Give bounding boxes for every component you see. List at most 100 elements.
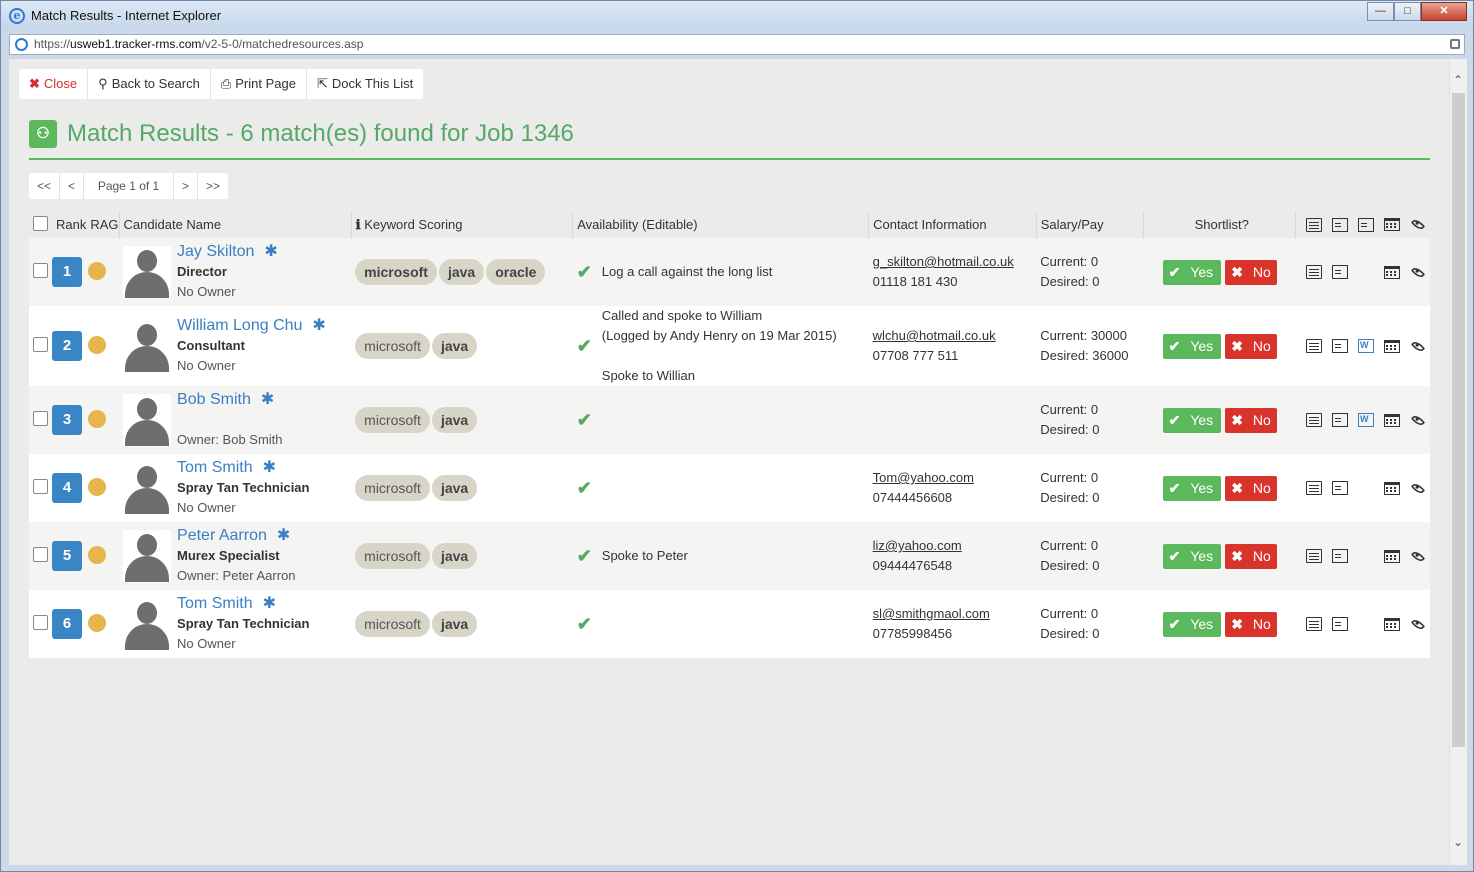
view-record-icon[interactable] (1305, 339, 1322, 353)
close-button[interactable]: ✖ Close (19, 69, 89, 99)
shortlist-yes-button[interactable]: ✔ Yes (1162, 407, 1222, 433)
shortlist-yes-button[interactable]: ✔ Yes (1162, 543, 1222, 569)
schedule-calendar-icon[interactable] (1383, 549, 1400, 563)
availability-cell[interactable]: ✔ Spoke to Peter (577, 546, 865, 567)
prev-page-button[interactable]: < (60, 173, 85, 199)
row-checkbox[interactable] (33, 615, 48, 630)
availability-cell[interactable]: ✔ (577, 410, 865, 431)
row-checkbox[interactable] (33, 547, 48, 562)
email-link[interactable]: Tom@yahoo.com (873, 470, 974, 485)
maximize-button[interactable]: □ (1394, 2, 1421, 21)
col-shortlist[interactable]: Shortlist? (1143, 211, 1297, 238)
schedule-calendar-icon[interactable] (1383, 617, 1400, 631)
availability-cell[interactable]: ✔ (577, 614, 865, 635)
view-document-icon[interactable] (1331, 339, 1348, 353)
asterisk-icon[interactable]: ✱ (277, 527, 290, 544)
col-candidate-name[interactable]: Candidate Name (119, 211, 352, 238)
first-page-button[interactable]: << (29, 173, 61, 199)
view-record-icon[interactable] (1305, 549, 1322, 563)
select-all-checkbox[interactable] (33, 215, 48, 231)
shortlist-no-button[interactable]: ✖ No (1225, 543, 1277, 569)
candidate-name-link[interactable]: Jay Skilton (177, 243, 254, 260)
dock-list-button[interactable]: ⇱ Dock This List (307, 69, 423, 99)
preview-eye-icon[interactable] (1410, 548, 1426, 564)
view-document-icon[interactable] (1331, 617, 1348, 631)
availability-cell[interactable]: ✔ Log a call against the long list (577, 262, 865, 283)
row-checkbox[interactable] (33, 479, 48, 494)
row-checkbox[interactable] (33, 411, 48, 426)
row-checkbox[interactable] (33, 263, 48, 278)
candidate-name-link[interactable]: Peter Aarron (177, 527, 267, 544)
schedule-calendar-icon[interactable] (1383, 265, 1400, 279)
preview-eye-icon[interactable] (1410, 616, 1426, 632)
url-domain: usweb1.tracker-rms.com (70, 37, 202, 51)
email-link[interactable]: sl@smithgmaol.com (873, 606, 990, 621)
col-contact[interactable]: Contact Information (868, 211, 1037, 238)
availability-log: (Logged by Andy Henry on 19 Mar 2015) (601, 328, 837, 343)
candidate-name-link[interactable]: Bob Smith (177, 391, 251, 408)
asterisk-icon[interactable]: ✱ (263, 595, 276, 612)
availability-cell[interactable]: ✔ Called and spoke to William (Logged by… (577, 306, 865, 386)
row-checkbox[interactable] (33, 337, 48, 352)
word-document-icon[interactable] (1357, 339, 1374, 353)
candidate-name-link[interactable]: Tom Smith (177, 459, 253, 476)
shortlist-no-button[interactable]: ✖ No (1225, 259, 1277, 285)
salary-desired: Desired: 0 (1040, 626, 1100, 641)
view-record-icon[interactable] (1305, 617, 1322, 631)
view-record-icon[interactable] (1305, 481, 1322, 495)
shortlist-yes-button[interactable]: ✔ Yes (1162, 611, 1222, 637)
word-document-icon[interactable] (1357, 413, 1374, 427)
asterisk-icon[interactable]: ✱ (264, 243, 277, 260)
shortlist-yes-button[interactable]: ✔ Yes (1162, 333, 1222, 359)
rag-status-dot (88, 545, 107, 564)
close-window-button[interactable]: ✕ (1421, 2, 1467, 21)
shortlist-no-button[interactable]: ✖ No (1225, 333, 1277, 359)
preview-eye-icon[interactable] (1410, 480, 1426, 496)
print-page-button[interactable]: ⎙ Print Page (211, 69, 307, 99)
candidate-name-link[interactable]: Tom Smith (177, 595, 253, 612)
candidate-name-link[interactable]: William Long Chu (177, 317, 302, 334)
asterisk-icon[interactable]: ✱ (263, 459, 276, 476)
calendar-icon (1384, 218, 1401, 231)
salary-desired: Desired: 0 (1040, 558, 1100, 573)
address-bar[interactable]: https://usweb1.tracker-rms.com/v2-5-0/ma… (9, 34, 1465, 55)
scroll-up-icon[interactable]: ⌃ (1453, 73, 1463, 87)
view-document-icon[interactable] (1331, 549, 1348, 563)
last-page-button[interactable]: >> (198, 173, 228, 199)
view-document-icon[interactable] (1331, 265, 1348, 279)
next-page-button[interactable]: > (174, 173, 199, 199)
vertical-scrollbar[interactable]: ⌃ ⌄ (1449, 59, 1467, 865)
view-document-icon[interactable] (1331, 481, 1348, 495)
minimize-button[interactable]: — (1367, 2, 1394, 21)
asterisk-icon[interactable]: ✱ (312, 317, 325, 334)
schedule-calendar-icon[interactable] (1383, 339, 1400, 353)
col-salary[interactable]: Salary/Pay (1036, 211, 1145, 238)
email-link[interactable]: wlchu@hotmail.co.uk (873, 328, 996, 343)
view-record-icon[interactable] (1305, 265, 1322, 279)
col-keyword[interactable]: ℹ Keyword Scoring (351, 211, 574, 238)
shortlist-yes-button[interactable]: ✔ Yes (1162, 475, 1222, 501)
info-icon[interactable]: ℹ (356, 217, 361, 232)
col-availability[interactable]: Availability (Editable) (572, 211, 870, 238)
preview-eye-icon[interactable] (1410, 338, 1426, 354)
view-record-icon[interactable] (1305, 413, 1322, 427)
scroll-down-icon[interactable]: ⌄ (1453, 835, 1463, 849)
asterisk-icon[interactable]: ✱ (261, 391, 274, 408)
view-document-icon[interactable] (1331, 413, 1348, 427)
schedule-calendar-icon[interactable] (1383, 413, 1400, 427)
shortlist-yes-button[interactable]: ✔ Yes (1162, 259, 1222, 285)
col-rag[interactable]: RAG (86, 211, 120, 238)
availability-cell[interactable]: ✔ (577, 478, 865, 499)
keyword-tag: java (431, 543, 478, 569)
email-link[interactable]: liz@yahoo.com (873, 538, 962, 553)
scrollbar-thumb[interactable] (1452, 93, 1465, 747)
email-link[interactable]: g_skilton@hotmail.co.uk (873, 254, 1014, 269)
shortlist-no-button[interactable]: ✖ No (1225, 611, 1277, 637)
schedule-calendar-icon[interactable] (1383, 481, 1400, 495)
shortlist-no-button[interactable]: ✖ No (1225, 407, 1277, 433)
preview-eye-icon[interactable] (1410, 412, 1426, 428)
col-rank[interactable]: Rank (52, 211, 87, 238)
back-to-search-button[interactable]: ⚲ Back to Search (88, 69, 211, 99)
shortlist-no-button[interactable]: ✖ No (1225, 475, 1277, 501)
preview-eye-icon[interactable] (1410, 264, 1426, 280)
